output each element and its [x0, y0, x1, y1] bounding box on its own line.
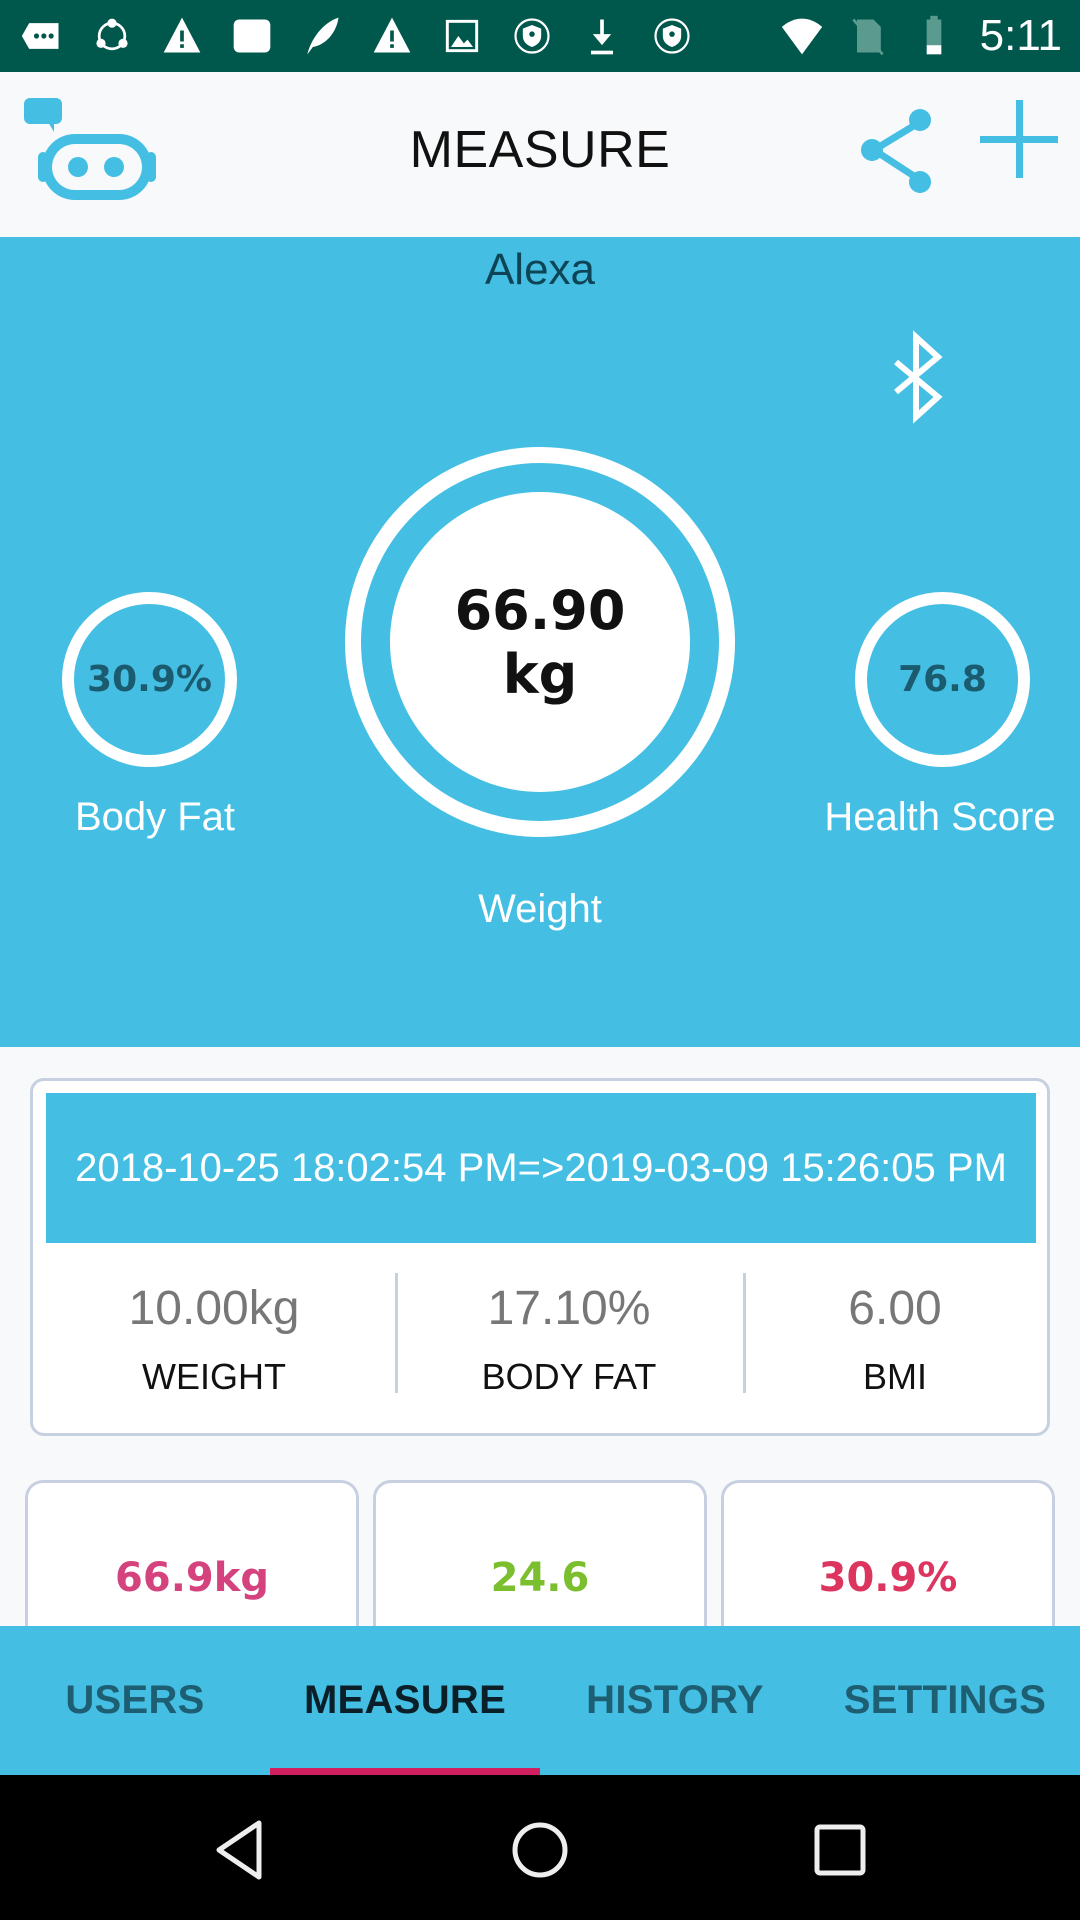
- weight-unit: kg: [502, 643, 578, 706]
- metric-value: 30.9%: [818, 1555, 958, 1601]
- stat-value: 17.10%: [487, 1282, 651, 1335]
- add-button[interactable]: [978, 98, 1062, 182]
- share-icon: [861, 109, 931, 193]
- vpn-shield-icon: [648, 12, 696, 60]
- system-icons: 5:11: [778, 11, 1062, 61]
- battery-icon: [910, 12, 958, 60]
- stat-value: 10.00kg: [128, 1282, 300, 1335]
- tab-history[interactable]: HISTORY: [540, 1626, 810, 1775]
- system-nav-bar: [0, 1775, 1080, 1920]
- stat-value: 6.00: [848, 1282, 942, 1335]
- no-sim-icon: [844, 12, 892, 60]
- sync-icon: [88, 12, 136, 60]
- tab-measure[interactable]: MEASURE: [270, 1626, 540, 1775]
- tab-users[interactable]: USERS: [0, 1626, 270, 1775]
- image-icon: [438, 12, 486, 60]
- home-button[interactable]: [505, 1815, 575, 1885]
- plus-icon: [980, 100, 1058, 178]
- status-time: 5:11: [979, 11, 1062, 60]
- metric-value: 66.9kg: [115, 1555, 269, 1601]
- weight-gauge: 66.90 kg: [345, 447, 735, 837]
- health-score-gauge: 76.8: [855, 592, 1030, 767]
- body-fat-value: 30.9%: [87, 659, 212, 700]
- stat-weight-change: 10.00kg WEIGHT: [33, 1273, 395, 1403]
- user-name[interactable]: Alexa: [0, 245, 1080, 295]
- wifi-icon: [778, 12, 826, 60]
- date-range-banner[interactable]: 2018-10-25 18:02:54 PM=>2019-03-09 15:26…: [46, 1093, 1036, 1243]
- stat-bmi-change: 6.00 BMI: [743, 1273, 1047, 1403]
- recents-square-icon: [814, 1824, 866, 1876]
- measure-panel: Alexa 30.9% Body Fat 66.90 kg Weight 76.…: [0, 237, 1080, 1047]
- download-icon: [578, 12, 626, 60]
- weight-value: 66.90: [454, 579, 626, 642]
- notification-icons: [18, 12, 778, 60]
- body-fat-label: Body Fat: [74, 795, 236, 839]
- bluetooth-icon[interactable]: [888, 327, 948, 427]
- messages-icon: [18, 12, 66, 60]
- warning-icon: [158, 12, 206, 60]
- stat-label: BMI: [862, 1356, 927, 1397]
- status-bar: 5:11: [0, 0, 1080, 72]
- back-triangle-icon: [216, 1820, 262, 1880]
- recents-button[interactable]: [805, 1815, 875, 1885]
- bottom-tab-bar: USERS MEASURE HISTORY SETTINGS: [0, 1626, 1080, 1775]
- change-stats-row: 10.00kg WEIGHT 17.10% BODY FAT 6.00 BMI: [33, 1273, 1047, 1403]
- metric-value: 24.6: [490, 1555, 590, 1601]
- share-button[interactable]: [858, 102, 936, 198]
- stat-body-fat-change: 17.10% BODY FAT: [395, 1273, 743, 1403]
- stat-label: WEIGHT: [142, 1356, 286, 1397]
- health-score-value: 76.8: [898, 659, 987, 700]
- app-header: MEASURE: [0, 72, 1080, 237]
- warning-icon: [368, 12, 416, 60]
- app-icon: [228, 12, 276, 60]
- health-score-label: Health Score: [824, 795, 1056, 839]
- home-circle-icon: [512, 1822, 568, 1878]
- tab-settings[interactable]: SETTINGS: [810, 1626, 1080, 1775]
- body-fat-gauge: 30.9%: [62, 592, 237, 767]
- weight-display: 66.90 kg: [390, 492, 690, 792]
- feather-icon: [298, 12, 346, 60]
- weight-label: Weight: [478, 887, 602, 931]
- vpn-shield-icon: [508, 12, 556, 60]
- change-summary-card: 2018-10-25 18:02:54 PM=>2019-03-09 15:26…: [30, 1078, 1050, 1436]
- stat-label: BODY FAT: [481, 1356, 657, 1397]
- back-button[interactable]: [205, 1815, 275, 1885]
